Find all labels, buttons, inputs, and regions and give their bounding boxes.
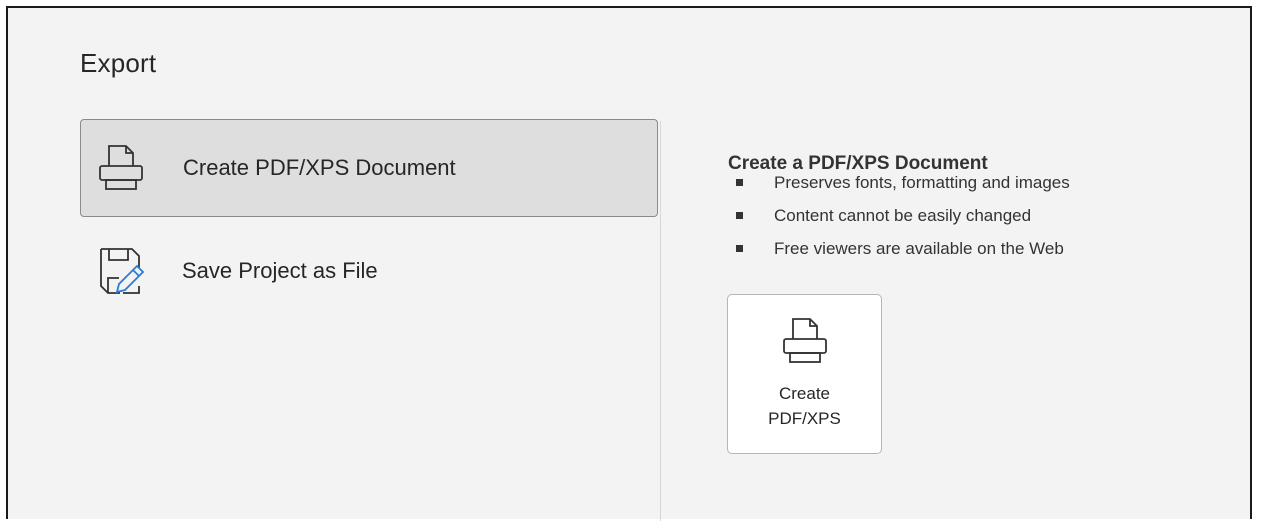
button-label-line1: Create: [778, 384, 831, 403]
list-item: Free viewers are available on the Web: [736, 232, 1070, 265]
export-panel: Export Create PDF/XPS Document Save Proj…: [6, 6, 1252, 521]
bullet-icon: [736, 212, 743, 219]
feature-list: Preserves fonts, formatting and images C…: [736, 166, 1070, 265]
button-label: Create PDF/XPS: [728, 381, 881, 431]
list-item-text: Free viewers are available on the Web: [774, 239, 1064, 258]
save-file-edit-icon: [92, 242, 148, 298]
option-save-project-as-file[interactable]: Save Project as File: [80, 222, 658, 320]
button-label-line2: PDF/XPS: [768, 409, 841, 428]
printer-icon: [93, 140, 149, 196]
list-item: Preserves fonts, formatting and images: [736, 166, 1070, 199]
printer-icon: [777, 313, 833, 369]
option-label: Save Project as File: [182, 258, 378, 283]
list-item-text: Content cannot be easily changed: [774, 206, 1032, 225]
bullet-icon: [736, 179, 743, 186]
option-label: Create PDF/XPS Document: [183, 155, 456, 180]
option-create-pdf-xps[interactable]: Create PDF/XPS Document: [80, 119, 658, 217]
vertical-divider: [660, 121, 661, 521]
bullet-icon: [736, 245, 743, 252]
list-item: Content cannot be easily changed: [736, 199, 1070, 232]
page-title: Export: [80, 48, 157, 78]
create-pdf-xps-button[interactable]: Create PDF/XPS: [727, 294, 882, 454]
list-item-text: Preserves fonts, formatting and images: [774, 173, 1070, 192]
